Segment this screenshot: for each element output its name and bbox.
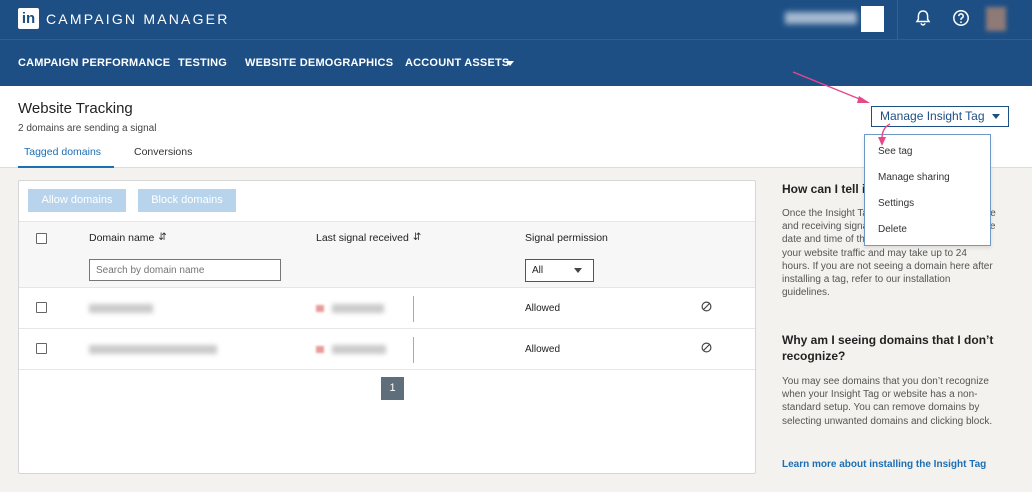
active-tab-indicator [18,166,114,168]
nav-campaign-performance[interactable]: CAMPAIGN PERFORMANCE [18,57,170,69]
sort-icon[interactable]: ⇵ [158,232,166,243]
permission-value: Allowed [525,344,561,355]
manage-insight-tag-label: Manage Insight Tag [880,109,985,123]
domain-search-input[interactable] [89,259,281,281]
help-icon[interactable] [952,9,970,27]
row-checkbox[interactable] [36,343,47,354]
bell-icon[interactable] [914,9,932,27]
permission-value: Allowed [525,303,561,314]
signal-time-redacted [332,345,386,354]
nav-website-demographics[interactable]: WEBSITE DEMOGRAPHICS [245,57,393,69]
block-icon[interactable] [701,342,712,353]
avatar[interactable] [986,7,1006,31]
nav-testing[interactable]: TESTING [178,57,227,69]
insight-tag-menu: See tag Manage sharing Settings Delete [864,134,991,246]
column-header-domain-label: Domain name [89,232,155,244]
top-bar: in CAMPAIGN MANAGER [0,0,1032,40]
column-divider [413,337,414,363]
allow-domains-button[interactable]: Allow domains [28,189,126,212]
learn-more-link[interactable]: Learn more about installing the Insight … [782,459,986,470]
column-header-permission: Signal permission [525,232,608,244]
row-checkbox[interactable] [36,302,47,313]
menu-item-delete[interactable]: Delete [878,224,907,235]
sort-icon[interactable]: ⇵ [413,232,421,243]
domain-name-redacted [89,345,217,354]
menu-item-manage-sharing[interactable]: Manage sharing [878,172,950,183]
block-icon[interactable] [701,301,712,312]
table-row: Allowed [19,329,755,370]
column-header-domain[interactable]: Domain name ⇵ [89,232,167,244]
tab-tagged-domains[interactable]: Tagged domains [24,146,101,158]
chevron-down-icon [992,114,1000,119]
table-header: Domain name ⇵ Last signal received ⇵ Signa… [19,221,755,288]
tab-conversions[interactable]: Conversions [134,146,192,158]
account-name-redacted[interactable] [785,12,857,24]
page-subtitle: 2 domains are sending a signal [18,123,157,134]
permission-filter-select[interactable]: All [525,259,594,282]
manage-insight-tag-button[interactable]: Manage Insight Tag [871,106,1009,127]
account-switcher-box[interactable] [861,6,884,32]
chevron-down-icon [574,268,582,273]
signal-time-redacted [332,304,384,313]
menu-item-settings[interactable]: Settings [878,198,914,209]
help-heading-unknown-domains: Why am I seeing domains that I don’t rec… [782,333,994,363]
nav-account-assets[interactable]: ACCOUNT ASSETS [405,57,509,69]
main-nav: CAMPAIGN PERFORMANCE TESTING WEBSITE DEM… [0,40,1032,86]
domains-card: Allow domains Block domains Domain name ⇵… [18,180,756,474]
column-divider [413,296,414,322]
topbar-divider [897,0,898,40]
app-title: CAMPAIGN MANAGER [46,11,230,27]
table-row: Allowed [19,288,755,329]
signal-status-dot [316,346,324,353]
page-title: Website Tracking [18,100,133,117]
column-header-signal[interactable]: Last signal received ⇵ [316,232,421,244]
menu-item-see-tag[interactable]: See tag [878,146,912,157]
select-all-checkbox[interactable] [36,233,47,244]
column-header-signal-label: Last signal received [316,232,409,244]
linkedin-logo-icon[interactable]: in [18,8,39,29]
pagination-page-1[interactable]: 1 [381,377,404,400]
help-paragraph-unknown-domains: You may see domains that you don’t recog… [782,376,993,427]
signal-status-dot [316,305,324,312]
permission-filter-value: All [532,265,544,276]
chevron-down-icon[interactable] [506,61,514,66]
domain-name-redacted [89,304,153,313]
block-domains-button[interactable]: Block domains [138,189,236,212]
